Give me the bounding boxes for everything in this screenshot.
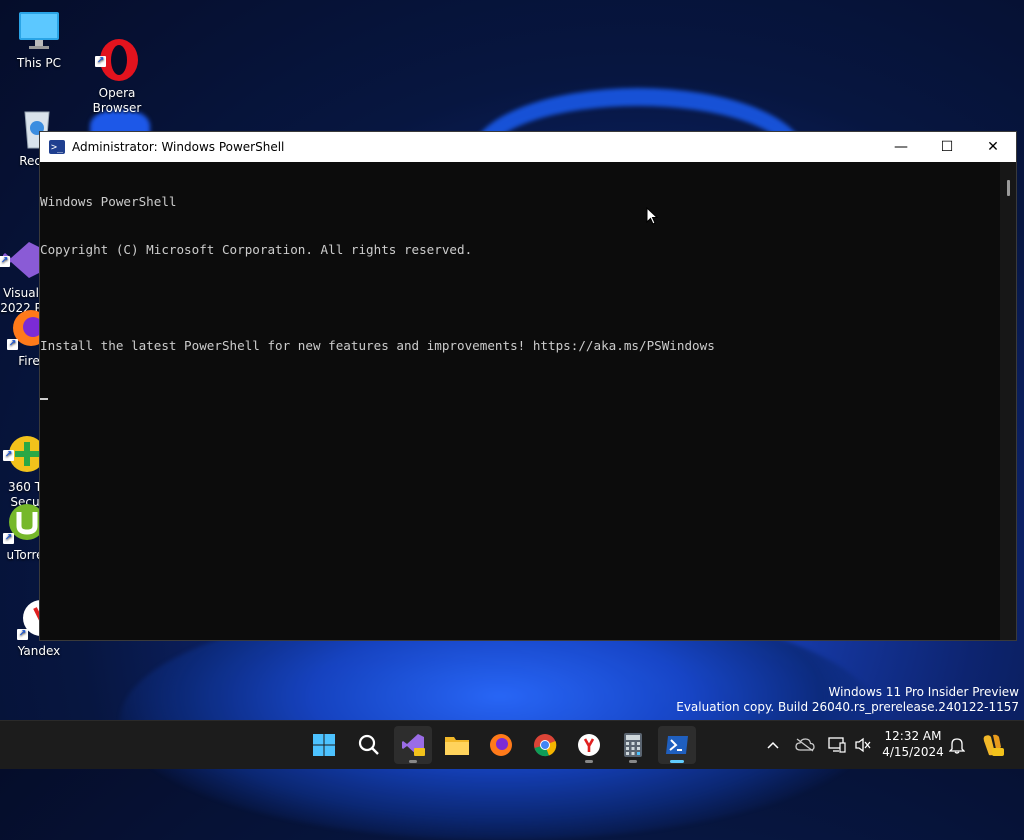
show-hidden-icons-button[interactable] bbox=[762, 721, 784, 769]
shortcut-arrow-icon: ↗ bbox=[3, 533, 14, 544]
speaker-muted-icon bbox=[855, 737, 871, 753]
console-line: Windows PowerShell bbox=[40, 194, 177, 209]
copilot-preview-icon bbox=[983, 734, 1004, 756]
running-indicator bbox=[585, 760, 593, 763]
notifications-button[interactable] bbox=[946, 721, 968, 769]
desktop-icon-this-pc[interactable]: This PC bbox=[0, 8, 78, 71]
monitor-icon bbox=[17, 8, 61, 52]
window-titlebar[interactable]: >_ Administrator: Windows PowerShell — ☐… bbox=[40, 132, 1016, 162]
shortcut-arrow-icon: ↗ bbox=[0, 256, 10, 267]
console-line bbox=[40, 386, 1000, 402]
taskbar-app-file-explorer[interactable] bbox=[438, 726, 476, 764]
taskbar-app-powershell[interactable] bbox=[658, 726, 696, 764]
powershell-icon: >_ bbox=[49, 140, 65, 154]
taskbar-app-chrome[interactable] bbox=[526, 726, 564, 764]
firefox-icon bbox=[490, 734, 512, 756]
taskbar-app-firefox[interactable] bbox=[482, 726, 520, 764]
visual-studio-icon bbox=[402, 734, 425, 756]
running-indicator bbox=[409, 760, 417, 763]
powershell-icon bbox=[666, 736, 688, 754]
search-button[interactable] bbox=[350, 726, 388, 764]
desktop-icon-label: Opera Browser bbox=[92, 86, 142, 115]
desktop-icon-label: This PC bbox=[17, 56, 61, 70]
close-button[interactable]: ✕ bbox=[970, 132, 1016, 162]
calculator-icon bbox=[624, 733, 642, 757]
network-icon bbox=[828, 737, 846, 753]
clock-button[interactable]: 12:32 AM 4/15/2024 bbox=[880, 728, 946, 760]
console-output[interactable]: Windows PowerShell Copyright (C) Microso… bbox=[40, 162, 1000, 640]
search-icon bbox=[358, 734, 379, 755]
desktop-icon-label: Yandex bbox=[17, 644, 61, 658]
console-line: Copyright (C) Microsoft Corporation. All… bbox=[40, 242, 473, 257]
running-indicator bbox=[629, 760, 637, 763]
chrome-icon bbox=[534, 734, 557, 757]
scrollbar-thumb[interactable] bbox=[1007, 180, 1010, 196]
active-indicator bbox=[670, 760, 684, 763]
console-line: Install the latest PowerShell for new fe… bbox=[40, 338, 715, 353]
network-button[interactable] bbox=[826, 721, 848, 769]
clock-date: 4/15/2024 bbox=[882, 745, 944, 759]
maximize-button[interactable]: ☐ bbox=[924, 132, 970, 162]
text-cursor bbox=[40, 398, 48, 400]
minimize-button[interactable]: — bbox=[878, 132, 924, 162]
bell-icon bbox=[949, 738, 965, 754]
watermark-line: Evaluation copy. Build 26040.rs_prerelea… bbox=[676, 700, 1019, 714]
shortcut-arrow-icon: ↗ bbox=[95, 56, 106, 67]
taskbar-app-yandex[interactable] bbox=[570, 726, 608, 764]
start-icon bbox=[313, 734, 335, 756]
clock-time: 12:32 AM bbox=[884, 729, 942, 743]
cloud-offline-icon bbox=[795, 738, 815, 752]
taskbar: 12:32 AM 4/15/2024 bbox=[0, 720, 1024, 769]
file-explorer-icon bbox=[445, 737, 469, 755]
volume-button[interactable] bbox=[852, 721, 874, 769]
window-title: Administrator: Windows PowerShell bbox=[72, 140, 285, 154]
shortcut-arrow-icon: ↗ bbox=[7, 339, 18, 350]
shortcut-arrow-icon: ↗ bbox=[17, 629, 28, 640]
evaluation-watermark: Windows 11 Pro Insider Preview Evaluatio… bbox=[676, 685, 1019, 715]
vertical-scrollbar[interactable] bbox=[1000, 162, 1016, 640]
mouse-pointer-icon bbox=[646, 207, 658, 225]
taskbar-app-visual-studio[interactable] bbox=[394, 726, 432, 764]
watermark-line: Windows 11 Pro Insider Preview bbox=[828, 685, 1019, 699]
copilot-button[interactable] bbox=[978, 721, 1006, 769]
start-button[interactable] bbox=[305, 726, 343, 764]
opera-icon: ↗ bbox=[95, 23, 139, 81]
taskbar-app-calculator[interactable] bbox=[614, 726, 652, 764]
visual-studio-icon: ↗ bbox=[0, 223, 43, 278]
desktop-icon-opera[interactable]: ↗ Opera Browser bbox=[78, 8, 156, 131]
onedrive-button[interactable] bbox=[794, 721, 816, 769]
shortcut-arrow-icon: ↗ bbox=[3, 450, 14, 461]
powershell-window[interactable]: >_ Administrator: Windows PowerShell — ☐… bbox=[39, 131, 1017, 641]
yandex-icon bbox=[578, 734, 600, 756]
chevron-up-icon bbox=[767, 741, 779, 749]
